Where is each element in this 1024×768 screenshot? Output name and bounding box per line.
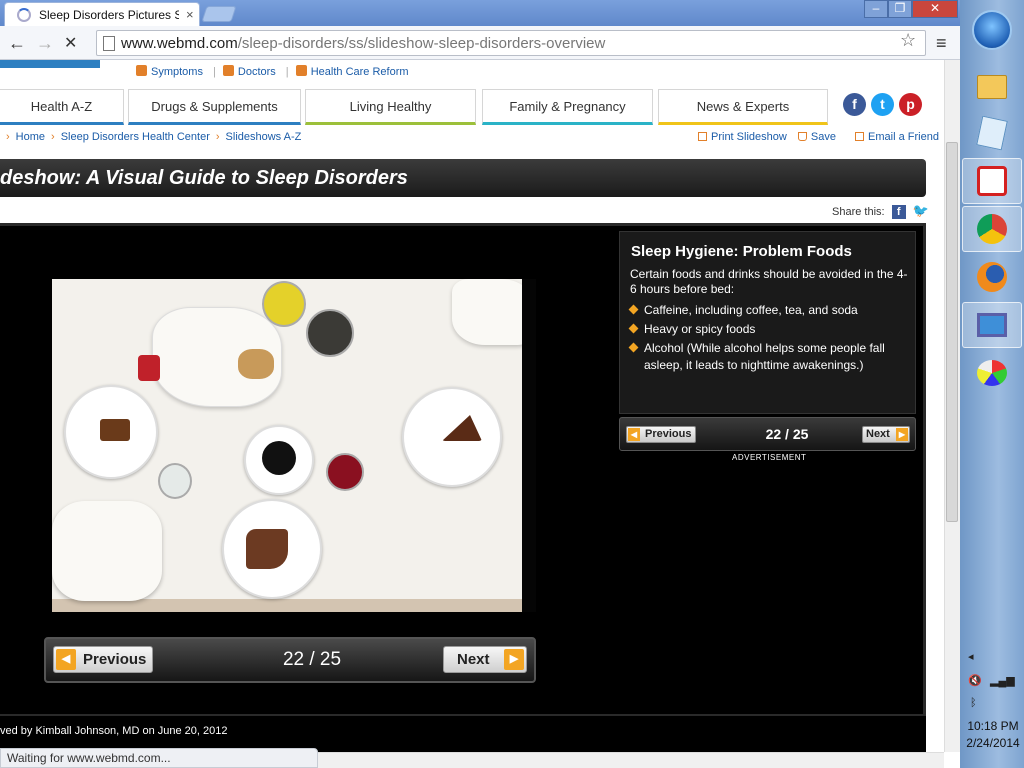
webmd-logo-fragment — [0, 60, 100, 68]
link-doctors[interactable]: Doctors — [238, 66, 276, 78]
url-path: /sleep-disorders/ss/slideshow-sleep-diso… — [237, 35, 606, 52]
side-previous-arrow-icon: ◀ — [628, 428, 640, 441]
previous-arrow-icon: ◀ — [56, 649, 76, 670]
top-links: Symptoms | Doctors | Health Care Reform — [136, 65, 413, 78]
nav-tab-family-pregnancy[interactable]: Family & Pregnancy — [482, 89, 653, 125]
forward-icon[interactable]: → — [36, 33, 54, 54]
reviewed-by: ved by Kimball Johnson, MD on June 20, 2… — [0, 725, 228, 737]
app-swirl-icon — [977, 166, 1007, 196]
slideshow-title-bar: deshow: A Visual Guide to Sleep Disorder… — [0, 159, 926, 197]
window-maximize-button[interactable]: ❐ — [888, 0, 912, 18]
slide-caption-panel: Sleep Hygiene: Problem Foods Certain foo… — [619, 231, 916, 414]
save-icon — [797, 132, 807, 141]
bullet-icon — [628, 342, 639, 353]
tab-title: Sleep Disorders Pictures Sl — [39, 8, 179, 22]
next-arrow-icon: ▶ — [504, 649, 524, 670]
share-label: Share this: — [832, 206, 885, 218]
side-next-arrow-icon: ▶ — [896, 428, 908, 441]
page-icon — [103, 36, 115, 51]
page-title: deshow: A Visual Guide to Sleep Disorder… — [0, 167, 408, 189]
network-icon[interactable]: ▂▄▆ — [990, 674, 1015, 687]
clock-date: 2/24/2014 — [966, 736, 1020, 750]
slide-heading: Sleep Hygiene: Problem Foods — [631, 243, 852, 260]
advertisement-label: ADVERTISEMENT — [732, 453, 807, 462]
bullet-icon — [628, 323, 639, 334]
nav-tab-living-healthy[interactable]: Living Healthy — [305, 89, 476, 125]
share-facebook-icon[interactable]: f — [891, 205, 906, 219]
symptoms-icon — [136, 65, 147, 76]
facebook-icon[interactable]: f — [843, 93, 866, 116]
volume-muted-icon[interactable]: 🔇 — [968, 674, 982, 687]
vertical-scroll-thumb[interactable] — [946, 142, 958, 522]
firefox-icon — [977, 262, 1007, 292]
doctors-icon — [222, 65, 234, 76]
browser-menu-icon[interactable]: ≡ — [936, 33, 947, 54]
breadcrumb-slideshows[interactable]: Slideshows A-Z — [226, 131, 302, 143]
nav-tab-drugs-supplements[interactable]: Drugs & Supplements — [128, 89, 301, 125]
tray-expand-icon[interactable]: ◂ — [968, 650, 974, 663]
side-previous-button[interactable]: ◀ Previous — [626, 426, 696, 443]
window-minimize-button[interactable]: – — [864, 0, 888, 18]
taskbar-paint[interactable] — [962, 350, 1022, 396]
taskbar-notepad[interactable] — [962, 110, 1022, 156]
palette-icon — [977, 360, 1007, 386]
health-care-reform-icon — [295, 65, 307, 76]
twitter-icon[interactable]: t — [871, 93, 894, 116]
loading-spinner-icon — [17, 8, 31, 22]
stop-icon[interactable]: ✕ — [64, 33, 77, 53]
taskbar-firefox[interactable] — [962, 254, 1022, 300]
breadcrumb-home[interactable]: Home — [16, 131, 45, 143]
side-slide-counter: 22 / 25 — [765, 426, 809, 442]
next-button[interactable]: Next ▶ — [443, 646, 527, 673]
bluetooth-icon[interactable]: ᛒ — [970, 697, 977, 709]
tab-close-icon[interactable]: × — [186, 7, 194, 22]
url-domain: www.webmd.com — [121, 35, 238, 52]
back-icon[interactable]: ← — [8, 33, 26, 54]
nav-tab-news-experts[interactable]: News & Experts — [658, 89, 828, 125]
list-item: Alcohol (While alcohol helps some people… — [628, 340, 914, 374]
notepad-icon — [976, 115, 1008, 151]
page-actions: Print Slideshow Save Email a Friend — [698, 131, 939, 143]
share-bar: Share this: f 🐦 — [832, 203, 929, 219]
print-icon — [698, 132, 707, 141]
folder-icon — [977, 75, 1007, 99]
taskbar-chrome[interactable] — [962, 206, 1022, 252]
clock-time: 10:18 PM — [967, 719, 1019, 733]
email-icon — [855, 132, 865, 141]
window-close-button[interactable]: ✕ — [912, 0, 958, 18]
system-clock[interactable]: 10:18 PM 2/24/2014 — [962, 718, 1024, 752]
breadcrumb-sleep-disorders[interactable]: Sleep Disorders Health Center — [61, 131, 210, 143]
list-item: Caffeine, including coffee, tea, and sod… — [628, 302, 914, 319]
new-tab-button[interactable] — [201, 6, 237, 22]
taskbar-remote[interactable] — [962, 302, 1022, 348]
slide-bullet-list: Caffeine, including coffee, tea, and sod… — [628, 302, 914, 376]
browser-tab-active[interactable]: Sleep Disorders Pictures Sl × — [4, 2, 200, 26]
side-next-button[interactable]: Next ▶ — [862, 426, 910, 443]
breadcrumb: › Home › Sleep Disorders Health Center › Slid… — [6, 131, 302, 143]
monitor-icon — [977, 313, 1007, 337]
status-bubble: Waiting for www.webmd.com... — [0, 748, 318, 768]
bookmark-star-icon[interactable]: ☆ — [900, 30, 916, 51]
email-friend-link[interactable]: Email a Friend — [868, 131, 939, 143]
print-slideshow-link[interactable]: Print Slideshow — [711, 131, 787, 143]
nav-tab-health-a-z[interactable]: Health A-Z — [0, 89, 124, 125]
link-health-care-reform[interactable]: Health Care Reform — [311, 66, 409, 78]
bullet-icon — [628, 304, 639, 315]
slide-image — [52, 279, 536, 612]
slide-intro: Certain foods and drinks should be avoid… — [630, 267, 908, 296]
previous-button[interactable]: ◀ Previous — [53, 646, 153, 673]
share-twitter-icon[interactable]: 🐦 — [913, 203, 929, 219]
link-symptoms[interactable]: Symptoms — [151, 66, 203, 78]
address-bar[interactable]: www.webmd.com/sleep-disorders/ss/slidesh… — [96, 30, 926, 56]
pinterest-icon[interactable]: p — [899, 93, 922, 116]
list-item: Heavy or spicy foods — [628, 321, 914, 338]
slide-counter: 22 / 25 — [282, 649, 342, 670]
taskbar-explorer[interactable] — [962, 64, 1022, 110]
taskbar-app-red[interactable] — [962, 158, 1022, 204]
start-button[interactable] — [972, 10, 1012, 50]
save-link[interactable]: Save — [811, 131, 836, 143]
chrome-icon — [977, 214, 1007, 244]
